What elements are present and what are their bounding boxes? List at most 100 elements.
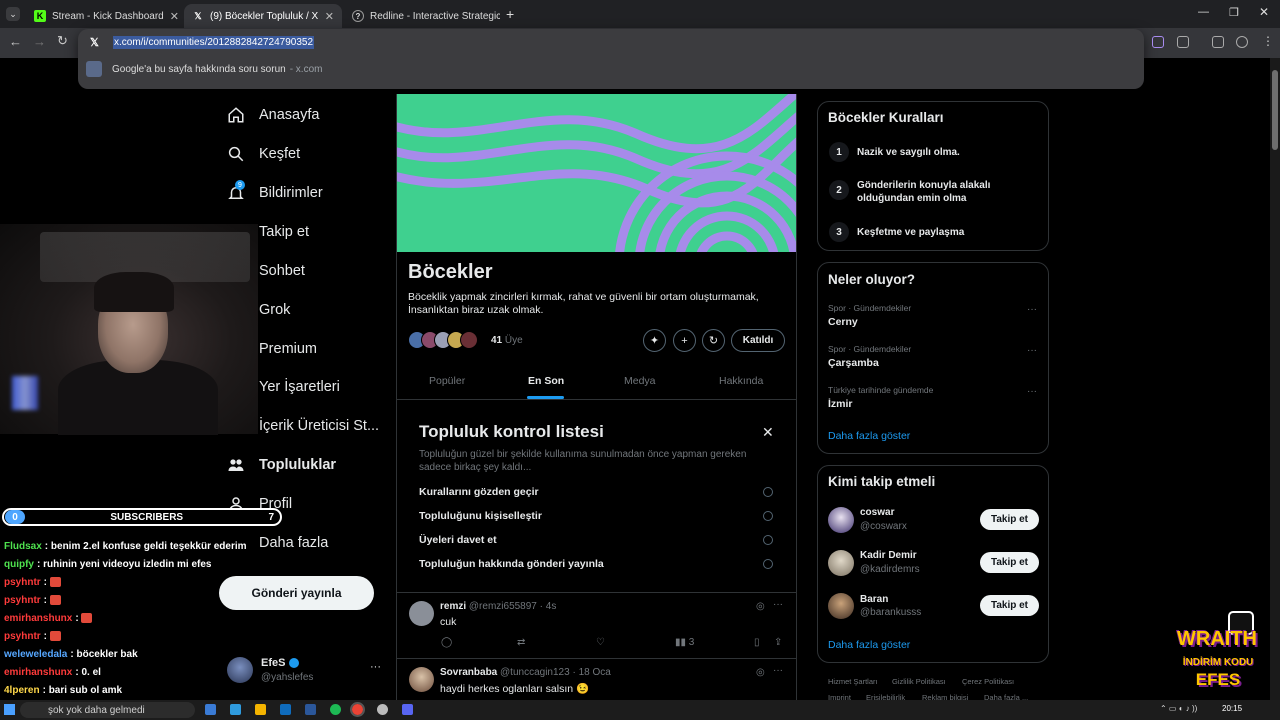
trends-show-more[interactable]: Daha fazla göster xyxy=(828,430,910,442)
tab-bocekler[interactable]: 𝕏 (9) Böcekler Topluluk / X ✕ xyxy=(184,4,342,28)
account-more-icon[interactable]: ··· xyxy=(370,661,381,673)
checklist-radio[interactable] xyxy=(763,511,773,521)
chat-username[interactable]: emirhanshunx xyxy=(4,667,72,678)
footer-link[interactable]: Gizlilik Politikası xyxy=(892,677,946,686)
spotify-icon[interactable] xyxy=(330,704,341,715)
scrollbar-thumb[interactable] xyxy=(1272,70,1278,150)
checklist-radio[interactable] xyxy=(763,535,773,545)
trend-more-icon[interactable]: ··· xyxy=(1027,304,1037,315)
chat-username[interactable]: Fludsax xyxy=(4,541,42,552)
new-tab-button[interactable]: + xyxy=(506,6,514,22)
url-input[interactable]: x.com/i/communities/2012882842724790352 xyxy=(113,36,315,49)
sidebar-item-explore[interactable]: Keşfet xyxy=(227,145,300,163)
tab-popular[interactable]: Popüler xyxy=(429,375,465,387)
taskbar-app-icon[interactable] xyxy=(377,704,388,715)
post-time[interactable]: · 4s xyxy=(540,601,557,612)
windows-start-icon[interactable] xyxy=(4,704,15,715)
trend-name[interactable]: Çarşamba xyxy=(828,357,879,369)
checklist-radio[interactable] xyxy=(763,559,773,569)
trend-name[interactable]: İzmir xyxy=(828,398,853,410)
tab-kick-dashboard[interactable]: K Stream - Kick Dashboard ✕ xyxy=(26,4,182,28)
sidebar-item-notifications[interactable]: 9 Bildirimler xyxy=(227,180,323,202)
avatar[interactable] xyxy=(828,593,854,619)
post-time[interactable]: · 18 Oca xyxy=(572,667,610,678)
maximize-icon[interactable]: ❐ xyxy=(1229,6,1239,19)
avatar[interactable] xyxy=(828,550,854,576)
minimize-icon[interactable]: — xyxy=(1198,6,1209,18)
sidebar-item-premium[interactable]: Premium xyxy=(227,340,317,358)
post-handle[interactable]: @tunccagin123 xyxy=(500,667,570,678)
trend-name[interactable]: Cerny xyxy=(828,316,858,328)
account-name[interactable]: EfeS xyxy=(261,657,299,669)
checklist-item[interactable]: Topluluğun hakkında gönderi yayınla xyxy=(419,558,604,570)
checklist-item[interactable]: Topluluğunu kişiselleştir xyxy=(419,510,542,522)
media-controls-icon[interactable] xyxy=(1212,36,1224,48)
like-icon[interactable]: ♡ xyxy=(596,637,605,648)
sidebar-item-grok[interactable]: Grok xyxy=(227,301,290,319)
tab-redline[interactable]: ? Redline - Interactive Strategic N ✕ xyxy=(344,4,500,28)
post-author[interactable]: remzi xyxy=(440,601,466,612)
reload-icon[interactable]: ↻ xyxy=(57,33,68,49)
avatar[interactable] xyxy=(828,507,854,533)
post-more-icon[interactable]: ··· xyxy=(773,599,783,610)
follow-name[interactable]: coswar xyxy=(860,507,894,518)
close-tab-icon[interactable]: ✕ xyxy=(170,10,179,23)
tab-search-chevron-icon[interactable]: ⌄ xyxy=(6,7,20,21)
checklist-item[interactable]: Üyeleri davet et xyxy=(419,534,497,546)
forward-icon[interactable]: → xyxy=(33,34,46,49)
sidebar-item-creator-studio[interactable]: İçerik Üreticisi St... xyxy=(227,417,379,435)
browser-menu-icon[interactable]: ⋮ xyxy=(1262,34,1274,48)
discord-icon[interactable] xyxy=(402,704,413,715)
tab-media[interactable]: Medya xyxy=(624,375,656,387)
follow-button[interactable]: Takip et xyxy=(980,552,1039,573)
bookmark-icon[interactable]: ▯ xyxy=(754,637,760,648)
taskbar-app-icon[interactable] xyxy=(255,704,266,715)
close-icon[interactable]: ✕ xyxy=(762,424,774,441)
back-icon[interactable]: ← xyxy=(9,34,22,49)
rule-text[interactable]: Gönderilerin konuyla alakalı olduğundan … xyxy=(857,179,1037,205)
chrome-icon[interactable] xyxy=(350,702,365,717)
taskbar-app-icon[interactable] xyxy=(230,704,241,715)
close-tab-icon[interactable]: ✕ xyxy=(325,10,334,23)
checklist-radio[interactable] xyxy=(763,487,773,497)
tab-latest[interactable]: En Son xyxy=(528,375,564,387)
trend-more-icon[interactable]: ··· xyxy=(1027,386,1037,397)
member-count[interactable]: 41 Üye xyxy=(491,335,523,346)
avatar[interactable] xyxy=(409,601,434,626)
rule-text[interactable]: Keşfetme ve paylaşma xyxy=(857,226,1037,239)
share-icon[interactable]: ⇪ xyxy=(774,637,782,648)
sidebar-item-bookmarks[interactable]: Yer İşaretleri xyxy=(227,378,340,396)
profile-icon[interactable] xyxy=(1236,36,1248,48)
tray-icons[interactable]: ⌃ ▭ ◐ ♪ )) xyxy=(1160,704,1197,713)
follow-name[interactable]: Kadir Demir xyxy=(860,550,917,561)
views-stat[interactable]: ▮▮ 3 xyxy=(675,637,694,648)
chat-username[interactable]: emirhanshunx xyxy=(4,613,72,624)
sidebar-item-chat[interactable]: Sohbet xyxy=(227,262,305,280)
tab-about[interactable]: Hakkında xyxy=(719,375,763,387)
grok-post-icon[interactable]: ◎ xyxy=(756,667,765,678)
sidebar-item-follow[interactable]: Takip et xyxy=(227,223,309,241)
rule-text[interactable]: Nazik ve saygılı olma. xyxy=(857,146,1037,159)
close-window-icon[interactable]: ✕ xyxy=(1259,5,1269,19)
chat-username[interactable]: 4lperen xyxy=(4,685,40,696)
checklist-item[interactable]: Kurallarını gözden geçir xyxy=(419,486,539,498)
page-scrollbar[interactable] xyxy=(1270,58,1280,700)
share-icon[interactable]: ↻ xyxy=(702,329,725,352)
omnibox-suggestion[interactable]: Google'a bu sayfa hakkında soru sorun - … xyxy=(86,61,322,77)
extension-icon[interactable] xyxy=(1152,36,1164,48)
follow-name[interactable]: Baran xyxy=(860,594,888,605)
taskbar-search[interactable]: şok yok daha gelmedi xyxy=(20,702,195,718)
follow-button[interactable]: Takip et xyxy=(980,509,1039,530)
follow-button[interactable]: Takip et xyxy=(980,595,1039,616)
avatar[interactable] xyxy=(409,667,434,692)
trend-more-icon[interactable]: ··· xyxy=(1027,345,1037,356)
footer-link[interactable]: Hizmet Şartları xyxy=(828,677,878,686)
post-button[interactable]: Gönderi yayınla xyxy=(219,576,374,610)
chat-username[interactable]: quipfy xyxy=(4,559,34,570)
follow-show-more[interactable]: Daha fazla göster xyxy=(828,639,910,651)
repost-icon[interactable]: ⇄ xyxy=(517,637,525,648)
chat-username[interactable]: weleweledala xyxy=(4,649,67,660)
sparkle-icon[interactable]: ✦ xyxy=(643,329,666,352)
sidebar-item-home[interactable]: Anasayfa xyxy=(227,106,319,124)
post-more-icon[interactable]: ··· xyxy=(773,665,783,676)
